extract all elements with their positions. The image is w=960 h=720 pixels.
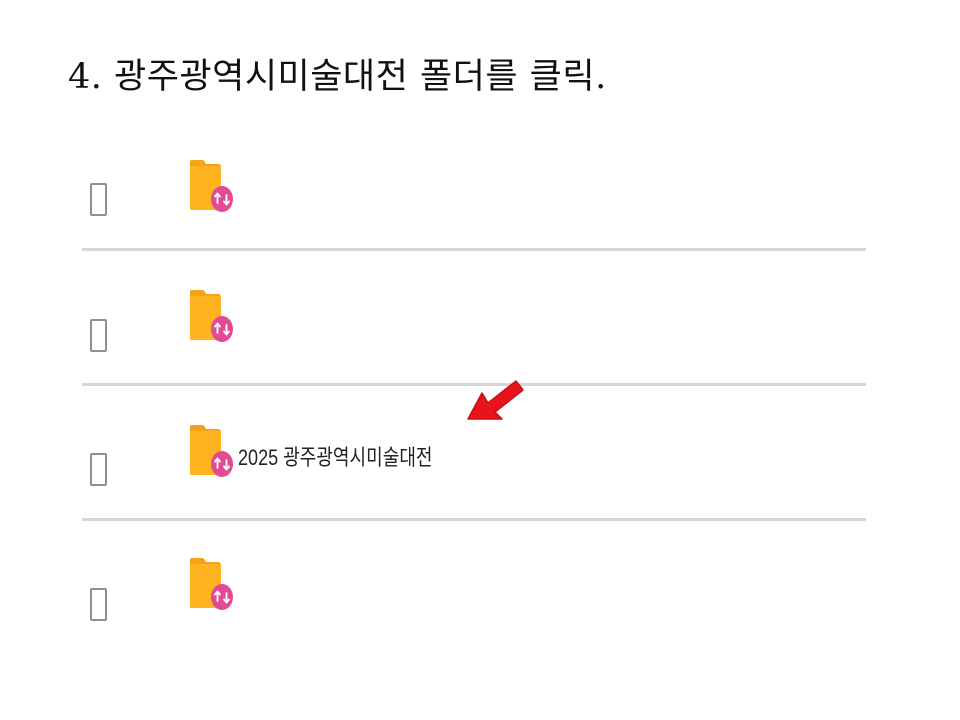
red-pointer-arrow-icon <box>467 380 524 420</box>
shared-folder-icon[interactable] <box>188 288 236 350</box>
instruction-title: 4. 광주광역시미술대전 폴더를 클릭. <box>68 57 607 97</box>
row-checkbox[interactable] <box>90 319 107 352</box>
shared-folder-icon[interactable] <box>188 423 236 485</box>
shared-folder-icon[interactable] <box>188 158 236 220</box>
folder-row[interactable] <box>82 118 866 248</box>
row-checkbox[interactable] <box>90 588 107 621</box>
folder-row[interactable] <box>82 248 866 383</box>
folder-name-2025-gwangju-art-exhibition[interactable]: 2025 광주광역시미술대전 <box>238 440 433 472</box>
row-checkbox[interactable] <box>90 453 107 486</box>
folder-row[interactable] <box>82 521 866 653</box>
row-checkbox[interactable] <box>90 183 107 216</box>
shared-folder-icon[interactable] <box>188 556 236 618</box>
